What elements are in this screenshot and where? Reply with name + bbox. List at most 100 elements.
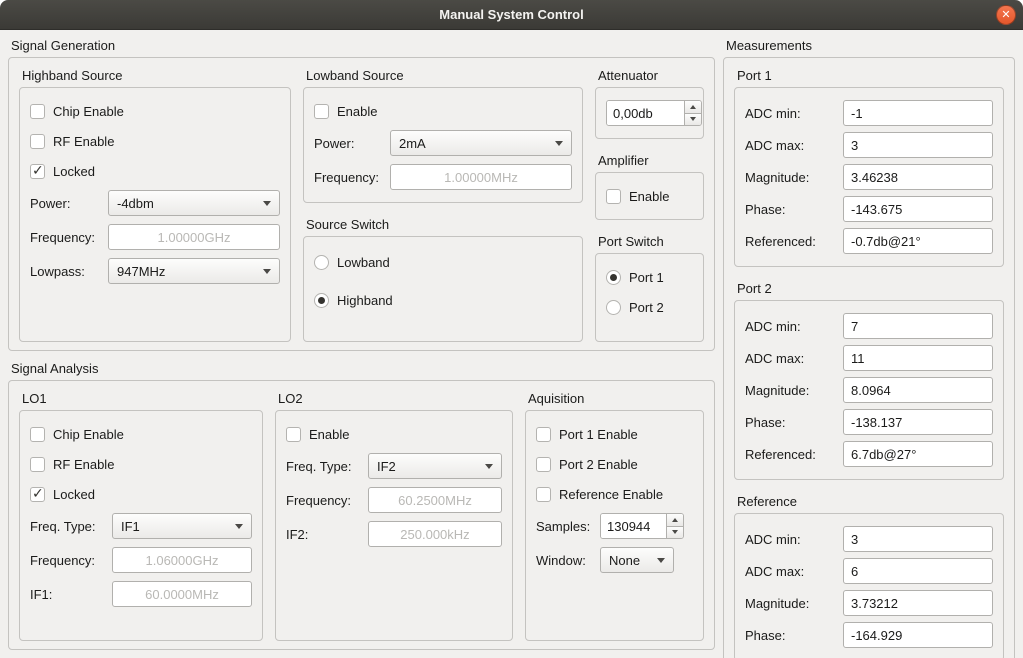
hb-locked-checkbox[interactable] xyxy=(30,164,45,179)
hb-lowpass-select[interactable]: 947MHz xyxy=(108,258,280,284)
source-highband-radio[interactable] xyxy=(314,293,329,308)
p2-referenced-input[interactable] xyxy=(843,441,993,467)
lb-power-select[interactable]: 2mA xyxy=(390,130,572,156)
lb-enable-checkbox[interactable] xyxy=(314,104,329,119)
lo1-locked-checkbox[interactable] xyxy=(30,487,45,502)
ref-phase-input[interactable] xyxy=(843,622,993,648)
samples-spin-down-button[interactable] xyxy=(667,527,683,539)
acq-port2-enable-checkbox[interactable] xyxy=(536,457,551,472)
p2-magnitude-input[interactable] xyxy=(843,377,993,403)
p2-adc-max-input[interactable] xyxy=(843,345,993,371)
meas-row: ADC min: xyxy=(745,313,993,339)
samples-input[interactable] xyxy=(601,514,666,538)
hb-chip-enable-checkbox[interactable] xyxy=(30,104,45,119)
lb-frequency-input xyxy=(390,164,572,190)
p1-adc-min-input[interactable] xyxy=(843,100,993,126)
lo2-frequency-input xyxy=(368,487,502,513)
acq-reference-enable-row[interactable]: Reference Enable xyxy=(536,483,693,505)
acq-reference-enable-checkbox[interactable] xyxy=(536,487,551,502)
ref-adc-min-input[interactable] xyxy=(843,526,993,552)
lb-power-value: 2mA xyxy=(399,136,426,151)
p2-magnitude-label: Magnitude: xyxy=(745,383,843,398)
hb-power-select[interactable]: -4dbm xyxy=(108,190,280,216)
hb-rf-enable-row[interactable]: RF Enable xyxy=(30,130,280,152)
meas-row: Phase: xyxy=(745,622,993,648)
lo1-rf-enable-checkbox[interactable] xyxy=(30,457,45,472)
lo1-if1-input xyxy=(112,581,252,607)
meas-row: Magnitude: xyxy=(745,164,993,190)
samples-spinbox[interactable] xyxy=(600,513,684,539)
signal-generation-group: Signal Generation Highband Source Chip E… xyxy=(8,36,715,351)
lo1-freq-type-select[interactable]: IF1 xyxy=(112,513,252,539)
acq-port1-enable-row[interactable]: Port 1 Enable xyxy=(536,423,693,445)
acq-port1-enable-checkbox[interactable] xyxy=(536,427,551,442)
source-switch-title: Source Switch xyxy=(303,215,583,236)
hb-rf-enable-checkbox[interactable] xyxy=(30,134,45,149)
hb-frequency-label: Frequency: xyxy=(30,230,108,245)
lo1-rf-enable-row[interactable]: RF Enable xyxy=(30,453,252,475)
port2-radio[interactable] xyxy=(606,300,621,315)
source-lowband-radio-row[interactable]: Lowband xyxy=(314,251,572,273)
attenuator-spin-up-button[interactable] xyxy=(685,101,701,114)
hb-locked-row[interactable]: Locked xyxy=(30,160,280,182)
meas-row: Referenced: xyxy=(745,228,993,254)
port1-radio-row[interactable]: Port 1 xyxy=(606,266,693,288)
titlebar[interactable]: Manual System Control ✕ xyxy=(0,0,1023,30)
lo2-group: LO2 Enable Freq. Type: IF2 xyxy=(275,389,513,641)
attenuator-spin-down-button[interactable] xyxy=(685,114,701,126)
lo1-chip-enable-row[interactable]: Chip Enable xyxy=(30,423,252,445)
port-switch-frame: Port 1 Port 2 xyxy=(595,253,704,342)
lo1-if1-label: IF1: xyxy=(30,587,112,602)
ref-magnitude-input[interactable] xyxy=(843,590,993,616)
chevron-down-icon xyxy=(263,269,271,274)
chevron-down-icon xyxy=(235,524,243,529)
lo2-enable-checkbox[interactable] xyxy=(286,427,301,442)
close-button[interactable]: ✕ xyxy=(996,5,1016,25)
chevron-down-icon xyxy=(555,141,563,146)
acq-reference-enable-label: Reference Enable xyxy=(559,487,663,502)
signal-analysis-title: Signal Analysis xyxy=(8,359,715,380)
amplifier-frame: Enable xyxy=(595,172,704,220)
p1-magnitude-input[interactable] xyxy=(843,164,993,190)
amp-enable-row[interactable]: Enable xyxy=(606,185,693,207)
lb-enable-row[interactable]: Enable xyxy=(314,100,572,122)
amp-enable-checkbox[interactable] xyxy=(606,189,621,204)
meas-row: ADC max: xyxy=(745,558,993,584)
p2-phase-input[interactable] xyxy=(843,409,993,435)
right-column: Measurements Port 1 ADC min: ADC max: xyxy=(723,36,1015,650)
lo1-chip-enable-checkbox[interactable] xyxy=(30,427,45,442)
close-icon: ✕ xyxy=(1001,9,1010,21)
hb-power-label: Power: xyxy=(30,196,108,211)
port2-radio-row[interactable]: Port 2 xyxy=(606,296,693,318)
source-lowband-radio[interactable] xyxy=(314,255,329,270)
ref-adc-max-input[interactable] xyxy=(843,558,993,584)
meas-row: Referenced: xyxy=(745,441,993,467)
p1-phase-label: Phase: xyxy=(745,202,843,217)
source-highband-radio-row[interactable]: Highband xyxy=(314,289,572,311)
attenuator-spin-buttons xyxy=(684,101,701,125)
attenuator-input[interactable] xyxy=(607,101,684,125)
acq-port2-enable-row[interactable]: Port 2 Enable xyxy=(536,453,693,475)
window-select[interactable]: None xyxy=(600,547,674,573)
source-switch-frame: Lowband Highband xyxy=(303,236,583,342)
ref-magnitude-label: Magnitude: xyxy=(745,596,843,611)
p1-referenced-input[interactable] xyxy=(843,228,993,254)
p2-adc-min-input[interactable] xyxy=(843,313,993,339)
lo1-frequency-input xyxy=(112,547,252,573)
p1-adc-max-input[interactable] xyxy=(843,132,993,158)
meas-row: Magnitude: xyxy=(745,377,993,403)
attenuator-spinbox[interactable] xyxy=(606,100,702,126)
lowband-column: Lowband Source Enable Power: 2mA xyxy=(303,66,583,342)
lo1-locked-row[interactable]: Locked xyxy=(30,483,252,505)
samples-spin-up-button[interactable] xyxy=(667,514,683,527)
lo2-if2-input xyxy=(368,521,502,547)
lo2-freq-type-select[interactable]: IF2 xyxy=(368,453,502,479)
meas-row: Phase: xyxy=(745,196,993,222)
port1-radio[interactable] xyxy=(606,270,621,285)
hb-chip-enable-row[interactable]: Chip Enable xyxy=(30,100,280,122)
lo2-enable-row[interactable]: Enable xyxy=(286,423,502,445)
highband-column: Highband Source Chip Enable RF Enable xyxy=(19,66,291,342)
attenuator-title: Attenuator xyxy=(595,66,704,87)
p1-phase-input[interactable] xyxy=(843,196,993,222)
hb-chip-enable-label: Chip Enable xyxy=(53,104,124,119)
